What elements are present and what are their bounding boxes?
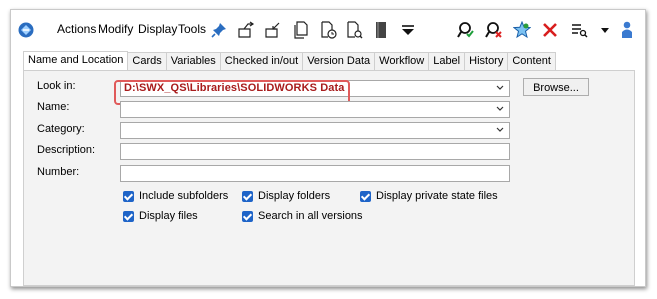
tab-history[interactable]: History [464, 52, 509, 70]
check-in-icon[interactable] [264, 21, 282, 39]
app-logo-icon[interactable] [17, 21, 35, 39]
book-icon[interactable] [372, 21, 390, 39]
display-private-checkbox[interactable]: Display private state files [360, 190, 498, 202]
checkbox-checked-icon [360, 190, 371, 202]
file-copy-icon[interactable] [292, 21, 310, 39]
pin-icon[interactable] [210, 21, 228, 39]
close-icon[interactable] [541, 21, 559, 39]
file-clock-icon[interactable] [319, 21, 337, 39]
tab-cards[interactable]: Cards [127, 52, 167, 70]
look-in-label: Look in: [37, 80, 76, 92]
menu-modify[interactable]: Modify [98, 10, 133, 48]
name-combobox[interactable] [120, 101, 510, 118]
include-subfolders-label: Include subfolders [139, 190, 229, 202]
display-files-checkbox[interactable]: Display files [123, 210, 198, 222]
tab-content[interactable]: Content [507, 52, 556, 70]
category-label: Category: [37, 123, 85, 135]
toolbar: Actions Modify Display Tools [11, 10, 645, 48]
user-icon[interactable] [618, 21, 636, 39]
menu-display[interactable]: Display [138, 10, 177, 48]
checkbox-checked-icon [242, 210, 253, 222]
description-label: Description: [37, 144, 96, 156]
menu-actions[interactable]: Actions [57, 10, 96, 48]
check-out-icon[interactable] [237, 21, 255, 39]
browse-button[interactable]: Browse... [523, 78, 589, 96]
favorite-star-icon[interactable] [513, 21, 531, 39]
tab-version-data[interactable]: Version Data [302, 52, 376, 70]
tab-label[interactable]: Label [428, 52, 466, 70]
checkbox-checked-icon [123, 210, 134, 222]
find-red-icon[interactable] [485, 21, 503, 39]
tab-name-and-location[interactable]: Name and Location [23, 51, 129, 71]
checkbox-checked-icon [123, 190, 134, 202]
more-chevron-icon[interactable] [596, 21, 614, 39]
include-subfolders-checkbox[interactable]: Include subfolders [123, 190, 228, 202]
category-combobox[interactable] [120, 122, 510, 139]
tab-checked-in-out[interactable]: Checked in/out [219, 52, 304, 70]
display-folders-label: Display folders [258, 190, 331, 202]
description-input[interactable] [120, 143, 510, 160]
file-search-icon[interactable] [345, 21, 363, 39]
name-label: Name: [37, 101, 70, 113]
tab-bar: Name and Location Cards Variables Checke… [23, 51, 556, 71]
display-private-label: Display private state files [376, 190, 498, 202]
search-all-versions-label: Search in all versions [258, 210, 363, 222]
number-label: Number: [37, 166, 80, 178]
chevron-down-icon[interactable] [495, 83, 505, 93]
dropdown-triangle-icon[interactable] [399, 21, 417, 39]
number-input[interactable] [120, 165, 510, 182]
list-filter-icon[interactable] [570, 21, 588, 39]
tab-workflow[interactable]: Workflow [374, 52, 430, 70]
chevron-down-icon[interactable] [495, 125, 505, 135]
tab-variables[interactable]: Variables [165, 52, 221, 70]
search-window: Actions Modify Display Tools Name and Lo… [10, 9, 646, 287]
display-folders-checkbox[interactable]: Display folders [242, 190, 330, 202]
menu-tools[interactable]: Tools [178, 10, 206, 48]
search-all-versions-checkbox[interactable]: Search in all versions [242, 210, 363, 222]
chevron-down-icon[interactable] [495, 104, 505, 114]
find-green-icon[interactable] [457, 21, 475, 39]
checkbox-checked-icon [242, 190, 253, 202]
display-files-label: Display files [139, 210, 198, 222]
